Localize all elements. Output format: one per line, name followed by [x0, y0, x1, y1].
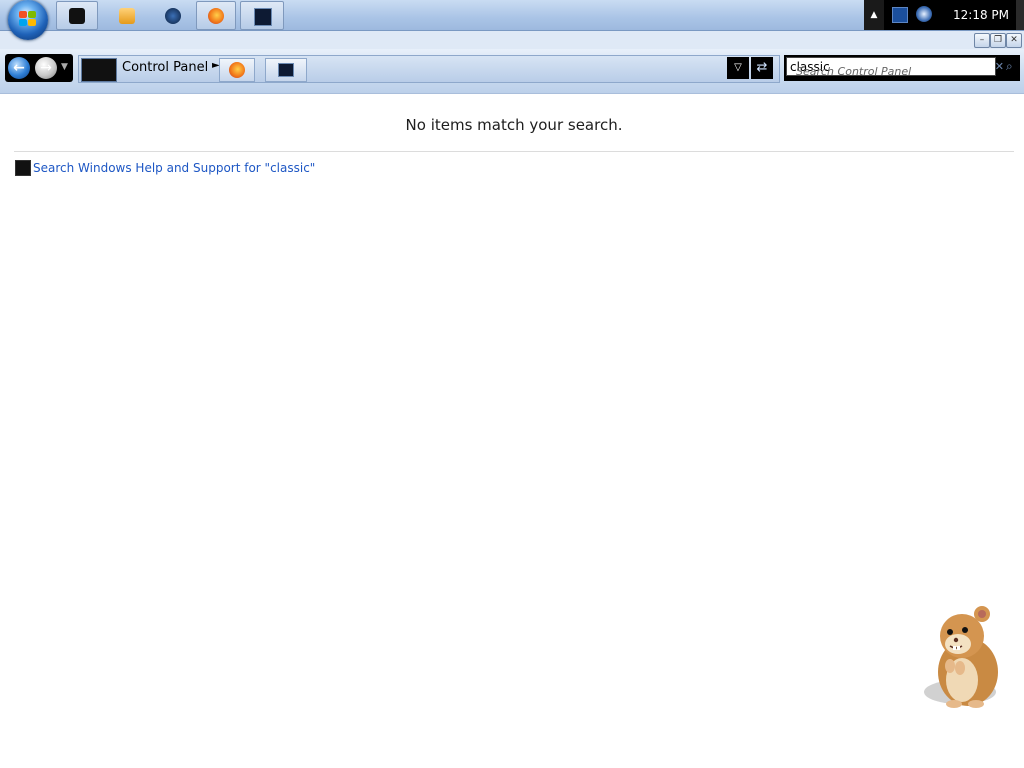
- firefox-icon: [208, 8, 224, 24]
- nav-buttons: ← → ▼: [5, 54, 73, 82]
- back-button[interactable]: ←: [8, 57, 30, 79]
- network-icon[interactable]: [892, 7, 908, 23]
- clock[interactable]: 12:18 PM: [948, 0, 1014, 30]
- pinned-window-button[interactable]: [265, 58, 307, 82]
- search-box: Search Control Panel ✕ ⌕: [784, 55, 1020, 81]
- help-icon: [15, 160, 31, 176]
- close-button[interactable]: ✕: [1006, 33, 1022, 48]
- search-input[interactable]: [786, 57, 996, 76]
- address-bar[interactable]: Control Panel ► ▽ ⇄: [78, 55, 780, 83]
- pinned-firefox-button[interactable]: [219, 58, 255, 82]
- taskbar-control-panel-button[interactable]: [240, 1, 284, 30]
- taskbar-browser-button[interactable]: [152, 1, 194, 30]
- volume-icon[interactable]: [916, 6, 932, 22]
- help-link-row: Search Windows Help and Support for "cla…: [15, 160, 315, 176]
- clear-search-icon[interactable]: ✕: [995, 60, 1004, 73]
- minimize-button[interactable]: –: [974, 33, 990, 48]
- control-panel-icon: [81, 58, 117, 82]
- refresh-button[interactable]: ⇄: [751, 57, 773, 79]
- firefox-icon: [229, 62, 245, 78]
- navigation-bar: ← → ▼ Control Panel ► ▽ ⇄ Search Control…: [0, 49, 1024, 94]
- recent-pages-icon[interactable]: ▼: [61, 62, 68, 72]
- window-caption: – ❐ ✕: [0, 31, 1024, 49]
- taskbar-firefox-button[interactable]: [196, 1, 236, 30]
- taskbar-media-player-button[interactable]: [106, 1, 148, 30]
- search-help-link[interactable]: Search Windows Help and Support for "cla…: [33, 161, 315, 175]
- start-button[interactable]: [8, 0, 48, 40]
- taskbar: ▲ 12:18 PM: [0, 0, 1024, 40]
- breadcrumb-control-panel[interactable]: Control Panel: [122, 60, 208, 75]
- monitor-icon: [278, 63, 294, 77]
- maximize-button[interactable]: ❐: [990, 33, 1006, 48]
- windows-logo-icon: [19, 11, 37, 27]
- show-desktop-button[interactable]: [1016, 0, 1024, 30]
- no-results-message: No items match your search.: [405, 116, 623, 134]
- search-icon[interactable]: ⌕: [1006, 59, 1018, 73]
- divider: [14, 151, 1014, 152]
- globe-icon: [165, 8, 181, 24]
- taskbar-explorer-button[interactable]: [56, 1, 98, 30]
- address-dropdown-button[interactable]: ▽: [727, 57, 749, 79]
- monitor-icon: [254, 8, 272, 26]
- system-tray: ▲ 12:18 PM: [864, 0, 1024, 30]
- search-results-pane: No items match your search. Search Windo…: [0, 94, 1024, 768]
- forward-button[interactable]: →: [35, 57, 57, 79]
- folder-window-icon: [69, 8, 85, 24]
- show-hidden-icons-button[interactable]: ▲: [864, 0, 884, 30]
- hamster-mascot-icon[interactable]: [920, 600, 1010, 715]
- media-player-icon: [119, 8, 135, 24]
